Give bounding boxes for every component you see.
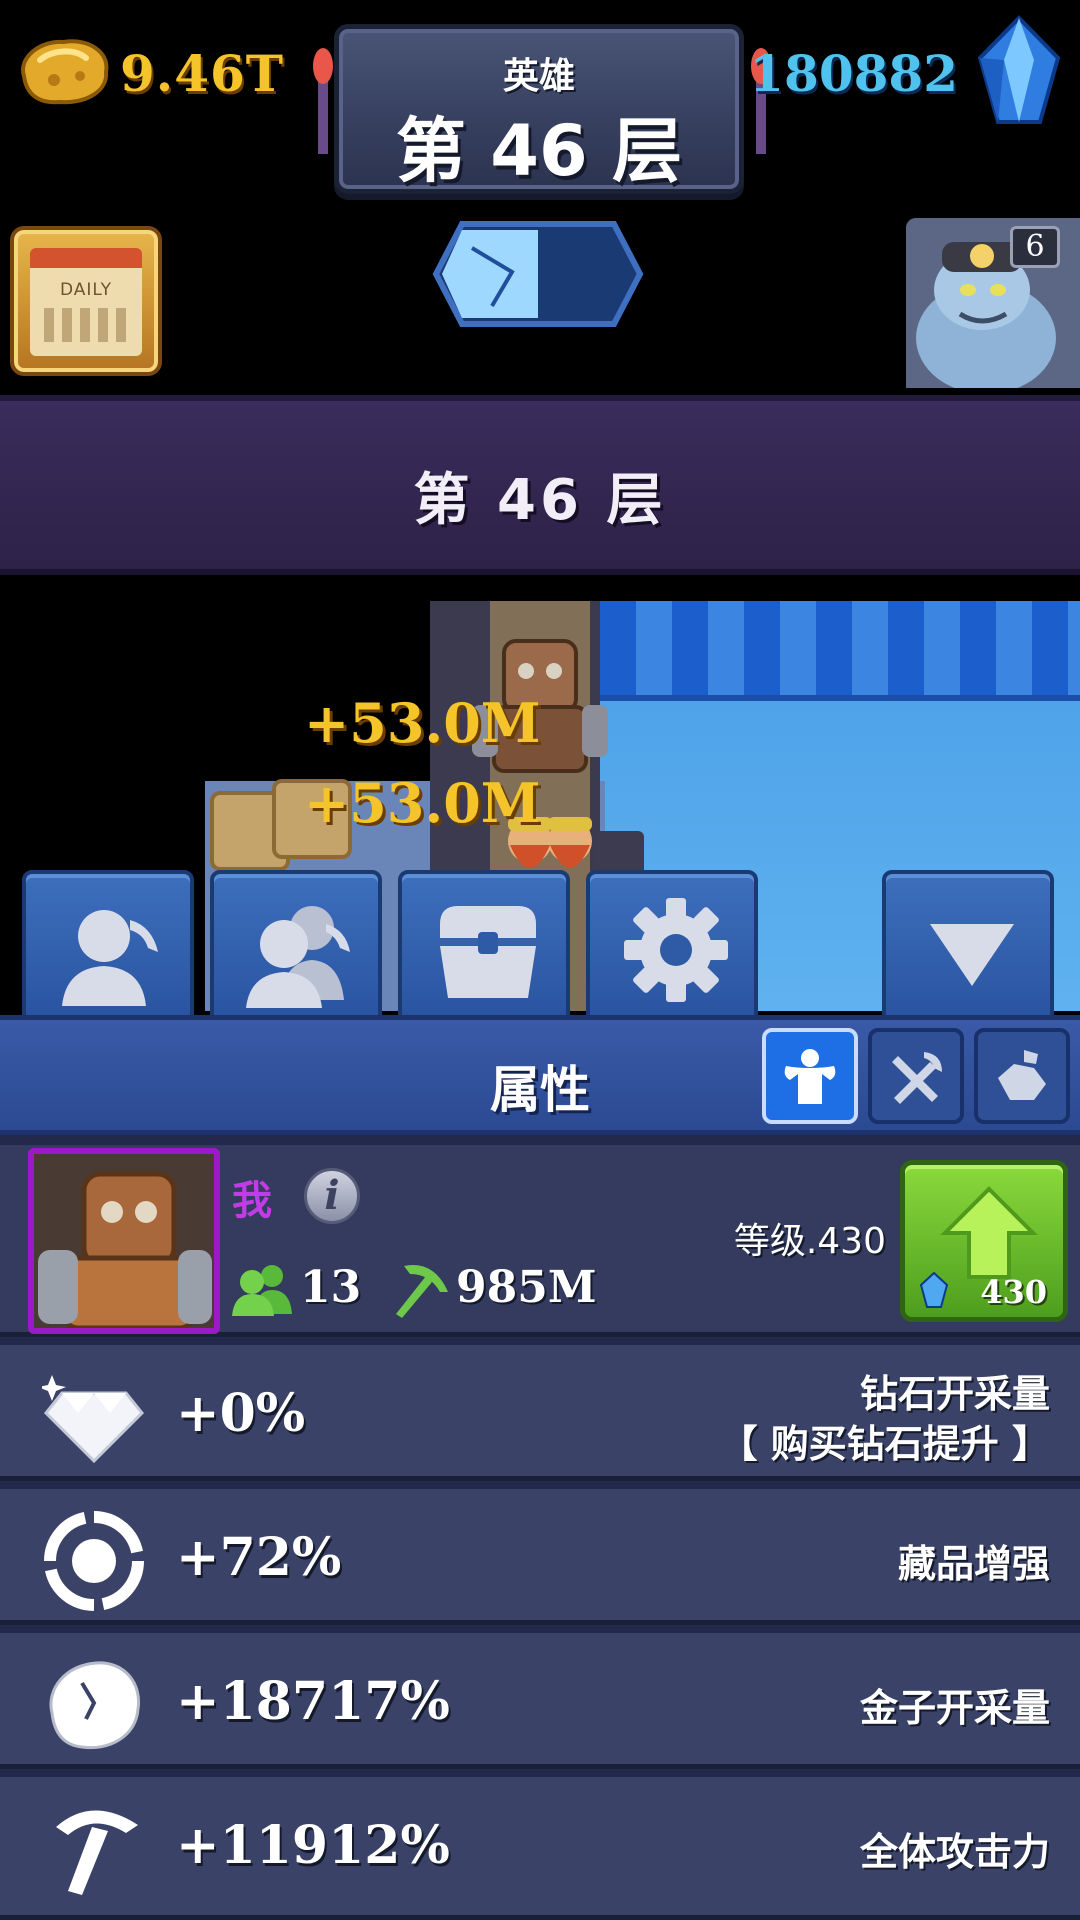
workers-count-icon	[232, 1265, 292, 1316]
diamond-icon	[42, 1375, 145, 1464]
stat-label: 钻石开采量 【 购买钻石提升 】	[720, 1369, 1050, 1469]
stat-value: +72%	[176, 1527, 342, 1588]
daily-label: DAILY	[59, 280, 113, 300]
floor-plaque: 英雄 第 46 层	[334, 24, 744, 194]
floor-banner: 第 46 层	[0, 395, 1080, 575]
upgrade-arrow-icon	[940, 1186, 1038, 1279]
gem-cost-icon	[919, 1271, 949, 1308]
gold-ore-icon	[49, 1661, 141, 1750]
ore-icon	[998, 1050, 1046, 1100]
floor-banner-title: 第 46 层	[413, 468, 667, 533]
subtab-ore[interactable]	[974, 1028, 1070, 1124]
strength-icon	[784, 1049, 836, 1104]
pickaxe-power-icon	[396, 1265, 448, 1318]
artifact-icon	[44, 1511, 144, 1611]
boss-miner-button[interactable]: 6	[906, 218, 1080, 388]
tab-workers[interactable]	[210, 870, 382, 1020]
subtab-attributes[interactable]	[762, 1028, 858, 1124]
chest-icon	[440, 906, 536, 998]
stat-row-attack[interactable]: +11912% 全体攻击力	[0, 1777, 1080, 1920]
gold-gain-popup: +53.0M	[304, 691, 541, 755]
attack-power-value: 985M	[456, 1262, 597, 1313]
blue-gem-icon	[977, 15, 1061, 124]
subtab-tools[interactable]	[868, 1028, 964, 1124]
daily-calendar-button[interactable]: DAILY	[10, 226, 162, 376]
floor-progress-gem-icon	[432, 221, 644, 327]
collapse-panel-button[interactable]	[882, 870, 1054, 1020]
stat-row-artifact[interactable]: +72% 藏品增强	[0, 1489, 1080, 1625]
torch-icon	[313, 48, 333, 154]
info-icon[interactable]: i	[304, 1168, 360, 1224]
stat-label: 金子开采量	[859, 1686, 1050, 1730]
player-name: 我	[232, 1178, 272, 1224]
stat-row-gold[interactable]: +18717% 金子开采量	[0, 1633, 1080, 1769]
gold-gain-popup: +53.0M	[304, 771, 541, 835]
stat-label: 藏品增强	[897, 1542, 1050, 1586]
gold-amount: 9.46T	[120, 44, 284, 103]
gem-amount: 180882	[749, 44, 958, 103]
stat-value: +18717%	[176, 1671, 450, 1732]
stat-row-diamond[interactable]: +0% 钻石开采量 【 购买钻石提升 】	[0, 1345, 1080, 1481]
tab-miner[interactable]	[22, 870, 194, 1020]
buy-diamond-hint[interactable]: 【 购买钻石提升 】	[720, 1419, 1050, 1469]
workers-count: 13	[300, 1262, 362, 1313]
top-hud: 9.46T 英雄 第 46 层 180882 DAILY 6	[0, 0, 1080, 395]
tab-settings[interactable]	[586, 870, 758, 1020]
stat-label: 全体攻击力	[859, 1830, 1050, 1874]
miner-icon	[62, 910, 158, 1006]
mode-label: 英雄	[502, 56, 575, 97]
robot-miner-portrait	[34, 1154, 214, 1328]
level-label: 等级.430	[733, 1221, 886, 1262]
collapse-arrow-icon	[930, 924, 1014, 986]
avatar[interactable]	[28, 1148, 220, 1334]
pickaxe-icon	[56, 1810, 138, 1895]
ice-wall	[600, 601, 1080, 701]
stat-value: +11912%	[176, 1815, 450, 1876]
upgrade-cost: 430	[980, 1273, 1047, 1311]
upgrade-button[interactable]: 430	[900, 1160, 1068, 1322]
crossed-tools-icon	[892, 1052, 942, 1104]
boss-count-badge: 6	[1010, 226, 1060, 268]
workers-icon	[246, 906, 350, 1008]
gold-nugget-icon	[21, 39, 109, 105]
gear-icon	[624, 898, 728, 1002]
stat-value: +0%	[176, 1383, 306, 1444]
tab-chest[interactable]	[398, 870, 570, 1020]
current-floor-label: 第 46 层	[395, 110, 683, 192]
